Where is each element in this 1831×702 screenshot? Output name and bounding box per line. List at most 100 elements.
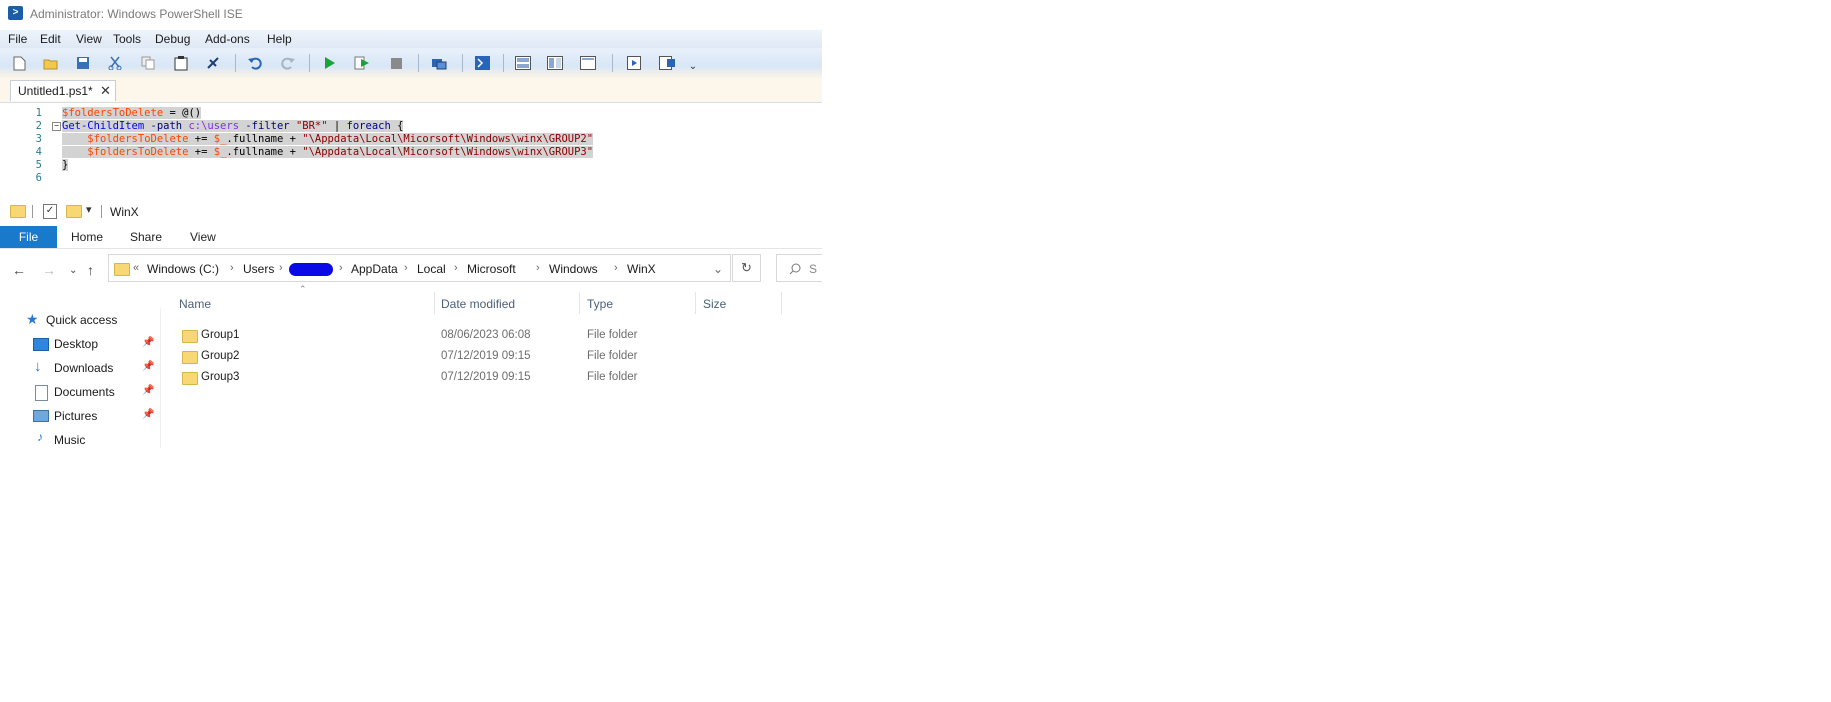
stop-icon[interactable] [388, 55, 404, 71]
code-line[interactable]: 4 $foldersToDelete += $_.fullname + "\Ap… [0, 146, 822, 159]
remote-tab-icon[interactable] [431, 55, 447, 71]
ribbon-tab-file[interactable]: File [0, 226, 57, 248]
menu-debug[interactable]: Debug [155, 32, 190, 46]
ribbon-tab-view[interactable]: View [190, 230, 216, 244]
chevron-right-icon[interactable]: › [230, 262, 234, 274]
breadcrumb-local[interactable]: Local [417, 262, 446, 276]
layout-top-icon[interactable] [515, 55, 531, 71]
chevron-right-icon[interactable]: › [454, 262, 458, 274]
new-file-icon[interactable] [11, 55, 27, 71]
search-input[interactable]: S [776, 254, 822, 282]
code-line[interactable]: 2 − Get-ChildItem -path c:\users -filter "… [0, 120, 822, 133]
code-line[interactable]: 5} [0, 159, 822, 172]
chevron-right-icon[interactable]: › [614, 262, 618, 274]
clear-console-icon[interactable] [205, 55, 221, 71]
menu-file[interactable]: File [8, 32, 27, 46]
column-divider[interactable] [434, 292, 435, 314]
column-header-name[interactable]: Name [179, 297, 211, 311]
column-header-size[interactable]: Size [703, 297, 726, 311]
forward-arrow-icon[interactable]: → [42, 262, 56, 278]
code-line[interactable]: 1 $foldersToDelete = @() [0, 107, 822, 120]
quick-access-toolbar: ✓ ▾ WinX [0, 198, 822, 224]
menu-help[interactable]: Help [267, 32, 292, 46]
pin-icon[interactable]: 📌 [142, 409, 154, 420]
breadcrumb-winx[interactable]: WinX [627, 262, 656, 276]
nav-item-pictures[interactable]: Pictures 📌 [0, 406, 160, 426]
nav-item-documents[interactable]: Documents 📌 [0, 382, 160, 402]
close-icon[interactable]: ✕ [100, 83, 111, 99]
layout-maximize-icon[interactable] [580, 55, 596, 71]
pin-icon[interactable]: 📌 [142, 337, 154, 348]
breadcrumb-windows-c[interactable]: Windows (C:) [147, 262, 219, 276]
breadcrumb-overflow[interactable]: « [133, 262, 139, 274]
back-arrow-icon[interactable]: ← [12, 262, 26, 278]
properties-icon[interactable]: ✓ [43, 204, 57, 219]
chevron-right-icon[interactable]: › [536, 262, 540, 274]
pin-icon[interactable]: 📌 [142, 361, 154, 372]
menu-view[interactable]: View [76, 32, 102, 46]
nav-item-quick-access[interactable]: ★ Quick access [0, 310, 160, 330]
pin-icon[interactable]: 📌 [142, 385, 154, 396]
menu-addons[interactable]: Add-ons [205, 32, 250, 46]
layout-right-icon[interactable] [547, 55, 563, 71]
customize-qat-icon[interactable]: ▾ [86, 203, 92, 216]
collapse-icon[interactable]: − [52, 122, 61, 131]
nav-item-music[interactable]: ♪ Music [0, 430, 160, 448]
address-dropdown-icon[interactable]: ⌄ [713, 262, 723, 276]
table-row[interactable]: Group3 07/12/2019 09:15 File folder [161, 367, 822, 388]
new-folder-icon[interactable] [66, 205, 82, 218]
save-icon[interactable] [75, 55, 91, 71]
breadcrumb-users[interactable]: Users [243, 262, 274, 276]
code-token: $foldersToDelete [87, 146, 189, 158]
chevron-right-icon[interactable]: › [404, 262, 408, 274]
column-header-date-modified[interactable]: Date modified [441, 297, 515, 311]
commands-addon-icon[interactable] [659, 55, 675, 71]
table-row[interactable]: Group2 07/12/2019 09:15 File folder [161, 346, 822, 367]
tab-untitled1[interactable]: Untitled1.ps1* ✕ [10, 80, 116, 101]
code-token: += [188, 146, 214, 158]
nav-label: Downloads [54, 361, 114, 375]
nav-item-desktop[interactable]: Desktop 📌 [0, 334, 160, 354]
column-divider[interactable] [579, 292, 580, 314]
column-divider[interactable] [695, 292, 696, 314]
table-row[interactable]: Group1 08/06/2023 06:08 File folder [161, 325, 822, 346]
menu-edit[interactable]: Edit [40, 32, 61, 46]
paste-icon[interactable] [173, 55, 189, 71]
ribbon-tab-home[interactable]: Home [71, 230, 103, 244]
redo-icon[interactable] [279, 55, 295, 71]
run-script-icon[interactable] [322, 55, 338, 71]
code-token: Get-ChildItem [62, 120, 145, 132]
chevron-right-icon[interactable]: › [279, 262, 283, 274]
refresh-icon[interactable]: ↻ [732, 254, 761, 282]
show-script-pane-icon[interactable] [627, 55, 643, 71]
code-text: $foldersToDelete = @() [62, 107, 202, 119]
breadcrumb-appdata[interactable]: AppData [351, 262, 398, 276]
copy-icon[interactable] [140, 55, 156, 71]
script-editor[interactable]: 1 $foldersToDelete = @() 2 − Get-ChildItem -… [0, 102, 822, 198]
music-icon: ♪ [37, 430, 43, 444]
line-number: 3 [35, 133, 42, 145]
powershell-console-icon[interactable] [474, 55, 490, 71]
code-token: $foldersToDelete [62, 107, 164, 119]
run-selection-icon[interactable] [354, 55, 370, 71]
undo-icon[interactable] [247, 55, 263, 71]
open-folder-icon[interactable] [43, 55, 59, 71]
chevron-right-icon[interactable]: › [339, 262, 343, 274]
up-arrow-icon[interactable]: ↑ [87, 262, 94, 278]
menu-tools[interactable]: Tools [113, 32, 141, 46]
column-divider[interactable] [781, 292, 782, 314]
recent-locations-icon[interactable]: ⌄ [69, 265, 77, 276]
code-line[interactable]: 6 [0, 172, 822, 185]
column-header-type[interactable]: Type [587, 297, 613, 311]
address-bar[interactable]: « Windows (C:) › Users › › AppData › Loc… [108, 254, 731, 282]
cut-icon[interactable] [107, 55, 123, 71]
ribbon-tab-share[interactable]: Share [130, 230, 162, 244]
toolbar-overflow-icon[interactable]: ⌄ [685, 58, 701, 74]
navigation-pane: ★ Quick access Desktop 📌 ↓ Downloads 📌 D… [0, 308, 161, 448]
code-line[interactable]: 3 $foldersToDelete += $_.fullname + "\Ap… [0, 133, 822, 146]
breadcrumb-windows[interactable]: Windows [549, 262, 598, 276]
breadcrumb-microsoft[interactable]: Microsoft [467, 262, 516, 276]
nav-item-downloads[interactable]: ↓ Downloads 📌 [0, 358, 160, 378]
